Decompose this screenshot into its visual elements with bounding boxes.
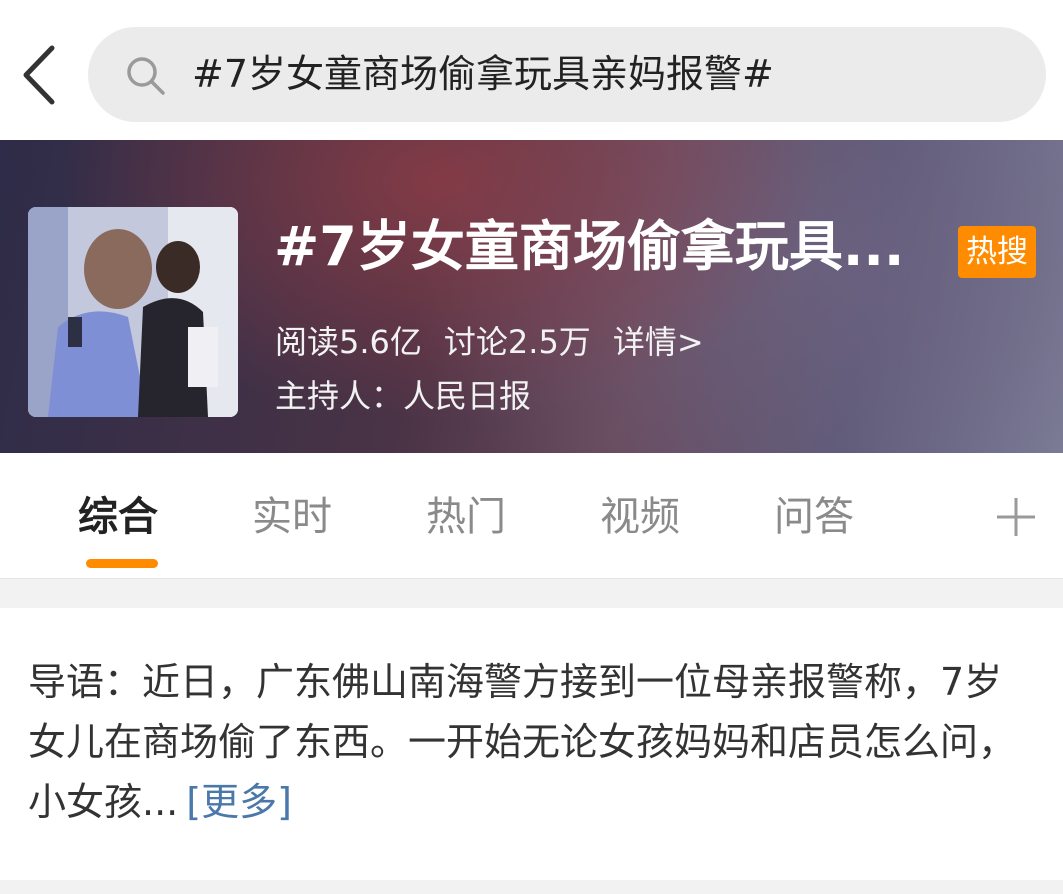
search-input[interactable]: #7岁女童商场偷拿玩具亲妈报警#	[88, 27, 1046, 122]
read-count: 阅读5.6亿	[275, 323, 422, 361]
topic-title: #7岁女童商场偷拿玩具...	[274, 215, 905, 278]
intro-text: 导语：近日，广东佛山南海警方接到一位母亲报警称，7岁女儿在商场偷了东西。一开始无…	[28, 660, 1017, 824]
search-query: #7岁女童商场偷拿玩具亲妈报警#	[192, 52, 774, 96]
tab-bar: 综合 实时 热门 视频 问答	[0, 453, 1063, 578]
cover-photo	[28, 207, 238, 417]
tab-comprehensive[interactable]: 综合	[78, 489, 158, 545]
topic-host: 主持人：人民日报	[275, 377, 532, 415]
chevron-left-icon	[23, 45, 55, 105]
tab-hot[interactable]: 热门	[426, 489, 506, 545]
topic-intro: 导语：近日，广东佛山南海警方接到一位母亲报警称，7岁女儿在商场偷了东西。一开始无…	[28, 652, 1038, 832]
top-bar: #7岁女童商场偷拿玩具亲妈报警#	[0, 0, 1063, 140]
search-icon	[127, 57, 165, 95]
back-button[interactable]	[14, 40, 66, 110]
add-tab-button[interactable]	[994, 495, 1038, 539]
topic-banner: #7岁女童商场偷拿玩具... 热搜 阅读5.6亿 讨论2.5万 详情> 主持人：人民…	[0, 140, 1063, 453]
tab-video[interactable]: 视频	[600, 489, 680, 545]
hot-search-badge: 热搜	[958, 226, 1036, 278]
bottom-divider	[0, 880, 1063, 894]
active-tab-indicator	[86, 559, 158, 568]
more-link[interactable]: [更多]	[186, 780, 292, 824]
section-divider	[0, 578, 1063, 608]
tab-realtime[interactable]: 实时	[252, 489, 332, 545]
plus-icon	[997, 498, 1035, 536]
details-link[interactable]: 详情>	[613, 323, 704, 361]
discussion-count: 讨论2.5万	[443, 323, 591, 361]
topic-cover-image[interactable]	[28, 207, 238, 417]
tab-qa[interactable]: 问答	[774, 489, 854, 545]
topic-stats: 阅读5.6亿 讨论2.5万 详情>	[275, 320, 726, 364]
